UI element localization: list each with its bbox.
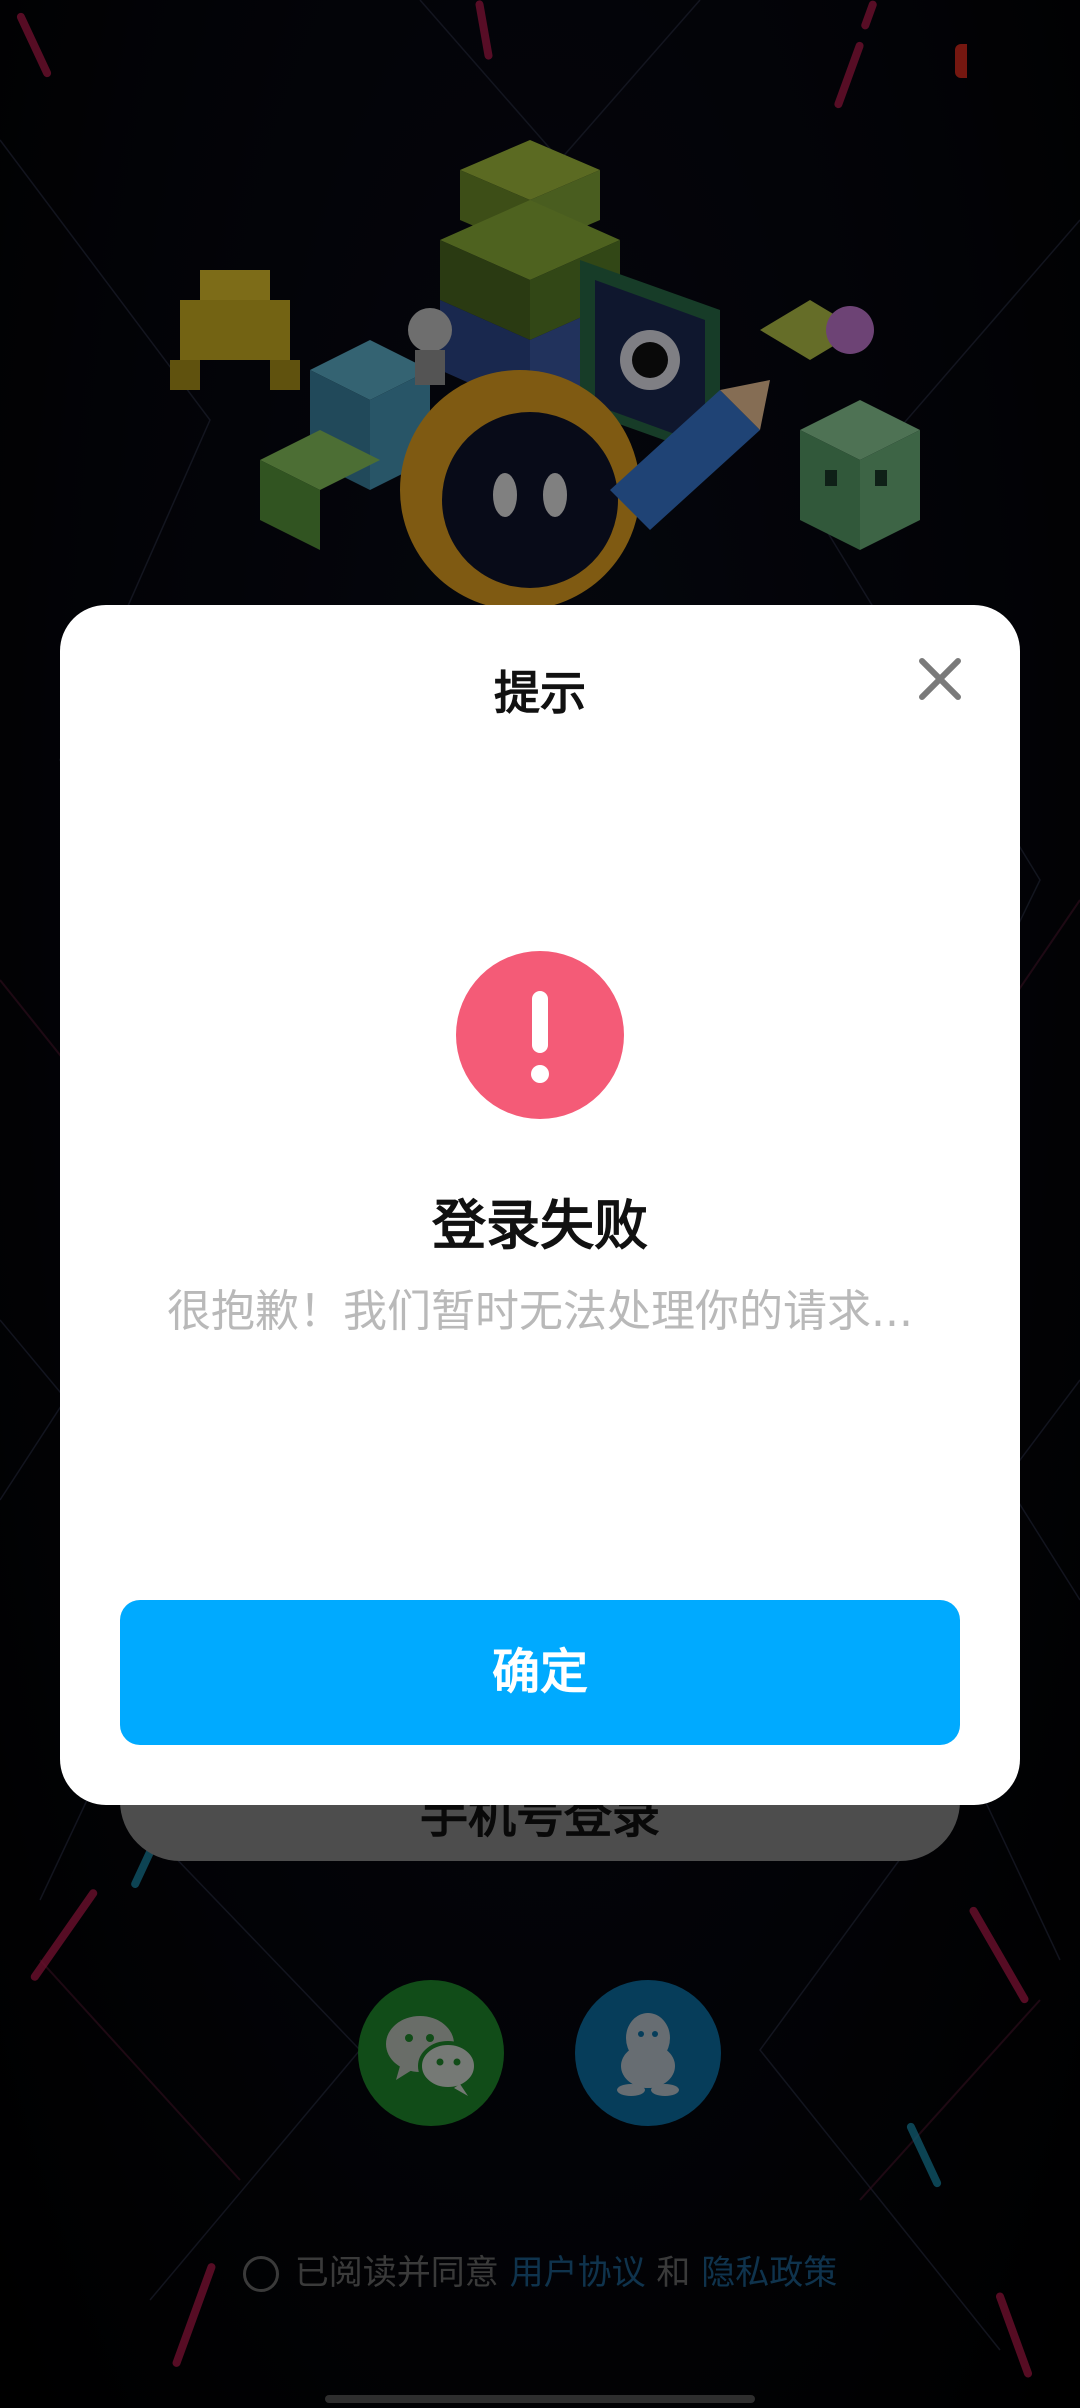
status-title: 登录失败 <box>432 1194 648 1257</box>
error-dialog: 提示 登录失败 很抱歉！我们暂时无法处理你的请求... 确定 <box>60 605 1020 1805</box>
status-message: 很抱歉！我们暂时无法处理你的请求... <box>167 1286 913 1337</box>
close-icon <box>919 658 961 700</box>
confirm-button[interactable]: 确定 <box>120 1600 960 1745</box>
close-button[interactable] <box>908 647 972 711</box>
dialog-title: 提示 <box>494 666 586 720</box>
exclamation-icon <box>456 951 624 1119</box>
login-screen: 手机号登录 已阅读并同意 用户协议 和 隐私政策 提示 登录失败 很抱歉！我们暂… <box>0 0 1080 2408</box>
